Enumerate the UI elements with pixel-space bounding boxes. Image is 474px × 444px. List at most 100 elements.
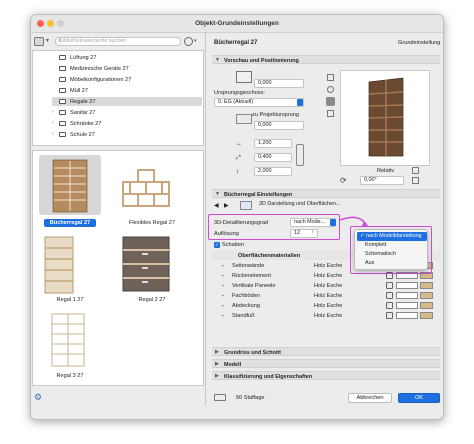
material-picker-icon[interactable] xyxy=(386,282,393,289)
thumbnail-label-bookshelf[interactable]: Bücherregal 27 xyxy=(30,220,110,226)
library-manager-icon[interactable]: ⚙ xyxy=(34,392,42,403)
tree-item[interactable]: › Sanitär 27 xyxy=(52,108,202,117)
cancel-button[interactable]: Abbrechen xyxy=(348,393,392,403)
option-schematic[interactable]: Schematisch xyxy=(357,250,427,259)
3d-view-icon[interactable] xyxy=(326,97,335,106)
bookshelf-preview-image xyxy=(368,77,404,157)
projection-select[interactable]: zu Projektursprung xyxy=(252,112,299,118)
folder-icon xyxy=(59,121,66,126)
lock-proportions-icon[interactable] xyxy=(296,144,304,166)
thumbnail-label-flexible[interactable]: Flexibles Regal 27 xyxy=(112,220,192,226)
material-row[interactable]: ▪ Vertikale Paneele Holz Esche xyxy=(212,281,440,290)
section-floorplan-header[interactable]: ▶ Grundriss und Schnitt xyxy=(212,347,440,356)
library-view-icon[interactable] xyxy=(34,37,44,46)
anchor-point-icon[interactable] xyxy=(236,71,252,83)
material-value: Holz Esche xyxy=(314,272,343,279)
material-value: Holz Esche xyxy=(314,262,343,269)
material-swatch-wood[interactable] xyxy=(420,312,433,319)
elevation-icon[interactable] xyxy=(236,114,252,124)
depth-field[interactable]: 0,400 xyxy=(254,153,292,162)
chevron-down-icon[interactable]: ▾ xyxy=(46,37,52,45)
mirror-icon[interactable] xyxy=(412,177,419,184)
thumbnail-label-regal3[interactable]: Regal 3 27 xyxy=(30,373,110,379)
width-field[interactable]: 1,200 xyxy=(254,139,292,148)
height-icon: ↕ xyxy=(236,169,239,175)
settings-page-select[interactable]: 3D Darstellung und Oberflächen... xyxy=(256,201,432,210)
tree-item[interactable]: › Schränke 27 xyxy=(52,119,202,128)
width-icon: ↔ xyxy=(236,141,242,147)
highlight-box xyxy=(208,214,340,240)
material-swatch-light[interactable] xyxy=(396,302,418,309)
chevron-right-icon[interactable]: › xyxy=(52,120,54,126)
origin-story-label: Ursprungsgeschoss: xyxy=(214,90,265,96)
folder-icon xyxy=(59,66,66,71)
search-input[interactable]: Bibliothekselemente suchen xyxy=(55,37,181,46)
material-row[interactable]: ▪ Standfuß Holz Esche xyxy=(212,311,440,320)
tree-item[interactable]: Möbelkonfigurationen 27 xyxy=(52,75,202,84)
section-preview-header[interactable]: ▼ Vorschau und Positionierung xyxy=(212,55,440,64)
ok-button[interactable]: OK xyxy=(398,393,440,403)
material-picker-icon[interactable] xyxy=(386,302,393,309)
tree-item[interactable]: Müll 27 xyxy=(52,86,202,95)
folder-icon xyxy=(59,88,66,93)
tree-item[interactable]: › Schule 27 xyxy=(52,130,202,139)
story-select[interactable]: 0. EG (Aktuell) xyxy=(214,98,304,107)
expanded-triangle-icon: ▼ xyxy=(215,191,220,197)
material-value: Holz Esche xyxy=(314,292,343,299)
shadows-label: Schatten xyxy=(222,242,245,248)
story-dropdown-icon[interactable] xyxy=(297,99,303,106)
option-complete[interactable]: Komplett xyxy=(357,241,427,250)
thumbnail-label-regal1[interactable]: Regal 1 27 xyxy=(30,297,110,303)
back-arrow-icon[interactable]: ◀ xyxy=(214,202,219,209)
material-row-icon: ▪ xyxy=(222,302,224,308)
section-settings-title: Bücherregal Einstellungen xyxy=(224,191,293,198)
floorplan-view-icon[interactable] xyxy=(327,74,334,81)
relative-toggle-icon[interactable] xyxy=(412,167,419,174)
material-name: Standfuß xyxy=(232,312,255,319)
material-row[interactable]: ▪ Abdeckung Holz Esche xyxy=(212,301,440,310)
tree-item[interactable]: Lüftung 27 xyxy=(52,53,202,62)
relative-label: Relativ xyxy=(377,168,395,174)
chevron-right-icon[interactable]: › xyxy=(52,131,54,137)
tree-item-label: Schränke 27 xyxy=(70,120,102,127)
option-off[interactable]: Aus xyxy=(357,259,427,268)
offset-field[interactable]: 0,000 xyxy=(254,79,304,88)
projection-field[interactable]: 0,000 xyxy=(254,121,304,130)
section-settings-header[interactable]: ▼ Bücherregal Einstellungen xyxy=(212,189,440,198)
gear-chevron-icon[interactable]: ▾ xyxy=(194,38,197,44)
settings-gear-icon[interactable] xyxy=(184,37,193,46)
chevron-right-icon[interactable]: › xyxy=(52,109,54,115)
material-value: Holz Esche xyxy=(314,282,343,289)
material-picker-icon[interactable] xyxy=(386,292,393,299)
flexible-shelf-thumbnail-icon xyxy=(122,169,170,207)
folder-icon xyxy=(59,99,66,104)
tree-item[interactable]: Regale 27 xyxy=(52,97,202,106)
angle-field[interactable]: 0,00° xyxy=(360,176,404,185)
title-bar: Objekt-Grundeinstellungen xyxy=(31,15,443,33)
material-swatch-light[interactable] xyxy=(396,282,418,289)
material-picker-icon[interactable] xyxy=(386,312,393,319)
layer-select[interactable]: 50 Staffage xyxy=(236,395,265,401)
section-classification-header[interactable]: ▶ Klassifizierung und Eigenschaften xyxy=(212,371,440,380)
height-field[interactable]: 2,000 xyxy=(254,167,292,176)
material-swatch-wood[interactable] xyxy=(420,292,433,299)
forward-arrow-icon[interactable]: ▶ xyxy=(224,202,229,209)
material-name: Seitenwände xyxy=(232,262,265,269)
material-swatch-light[interactable] xyxy=(396,292,418,299)
shelf3-thumbnail-icon xyxy=(51,313,85,367)
section-model-title: Modell xyxy=(224,361,242,368)
tree-item[interactable]: Medizinische Geräte 27 xyxy=(52,64,202,73)
section-model-header[interactable]: ▶ Modell xyxy=(212,359,440,368)
shadows-checkbox[interactable]: ✓ xyxy=(214,242,220,248)
section-view-icon[interactable] xyxy=(327,86,334,93)
elevation-view-icon[interactable] xyxy=(327,110,334,117)
option-model-display[interactable]: ✓ nach Modelldarstellung xyxy=(357,232,427,241)
material-swatch-light[interactable] xyxy=(396,312,418,319)
tree-item-label: Sanitär 27 xyxy=(70,109,96,116)
section-classification-title: Klassifizierung und Eigenschaften xyxy=(224,373,313,380)
material-row[interactable]: ▪ Fachböden Holz Esche xyxy=(212,291,440,300)
material-swatch-wood[interactable] xyxy=(420,302,433,309)
material-swatch-wood[interactable] xyxy=(420,282,433,289)
pane-divider[interactable] xyxy=(205,32,206,406)
thumbnail-label-regal2[interactable]: Regal 2 27 xyxy=(112,297,192,303)
